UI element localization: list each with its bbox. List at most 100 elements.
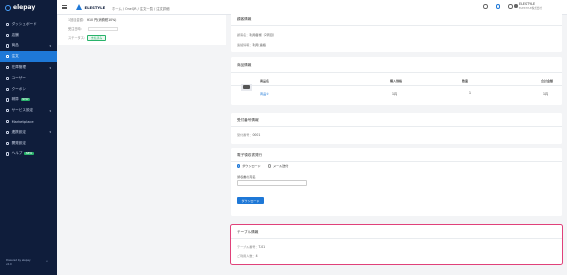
receipt-number-label: 受付番号： xyxy=(237,133,253,137)
customer-info-card: 顧客情報 顧客名：利用者様（2周目） 連絡情報：利用 連絡 xyxy=(231,12,562,52)
sidebar-item[interactable]: 在庫管理 ▾ xyxy=(0,62,57,73)
table-number-row: テーブル番号：T-01 xyxy=(237,244,265,249)
amount-row: 1回目金額： ¥10 円(消費税10%) xyxy=(68,17,116,22)
help-icon[interactable] xyxy=(495,4,500,9)
table-number-value: T-01 xyxy=(258,245,266,249)
sidebar-item-label: 精算 xyxy=(11,97,19,102)
logo-text: elepay xyxy=(13,4,36,11)
receipt-number-value: 0001 xyxy=(252,133,261,137)
brand-logo-icon xyxy=(76,4,82,10)
chevron-down-icon: ▾ xyxy=(49,43,51,48)
sidebar-item-label: Marketplace xyxy=(11,119,34,124)
brand[interactable]: ELESTYLE xyxy=(76,4,105,10)
col-header-qty: 数量 xyxy=(462,79,469,83)
radio-download[interactable]: ダウンロード xyxy=(237,163,261,168)
receipt-addressee-label: 領収書の宛名 xyxy=(237,175,256,179)
order-summary-panel: 1回目金額： ¥10 円(消費税10%) 受注日時： ステータス： 支払済み xyxy=(58,15,226,45)
nav-item-icon xyxy=(6,33,10,37)
logo-mark-icon xyxy=(5,4,11,11)
nav-item-icon xyxy=(6,119,10,124)
product-name-link[interactable]: 商品① xyxy=(260,91,269,96)
e-receipt-title: 電子領収書発行 xyxy=(237,153,263,157)
customer-info-title: 顧客情報 xyxy=(237,17,252,21)
user-company: ELESTYLE株式会社 xyxy=(519,6,542,10)
radio-download-label: ダウンロード xyxy=(242,164,261,168)
col-header-total: 合計金額 xyxy=(541,79,554,83)
version-label: v2.0 xyxy=(6,263,12,266)
customer-contact-label: 連絡情報： xyxy=(237,43,253,47)
breadcrumb[interactable]: ホーム / OneQR / 注文一覧 / 注文詳細 xyxy=(112,6,169,11)
divider xyxy=(231,25,562,26)
sidebar-item[interactable]: 店舗 xyxy=(0,30,57,41)
nav-item-icon xyxy=(6,87,10,91)
product-info-title: 商品情報 xyxy=(237,63,252,67)
sidebar-item[interactable]: 商品 ▾ xyxy=(0,41,57,52)
receipt-number-row: 受付番号：0001 xyxy=(237,132,260,137)
status-label: ステータス： xyxy=(68,36,88,40)
amount-label: 1回目金額： xyxy=(68,18,86,22)
collapse-sidebar-icon[interactable]: « xyxy=(46,259,48,263)
sidebar-item-label: サービス設定 xyxy=(11,108,34,113)
sidebar-item[interactable]: 注文 xyxy=(0,51,57,63)
sidebar-item[interactable]: 連携設定 ▾ xyxy=(0,127,57,138)
receipt-addressee-input[interactable] xyxy=(237,180,307,186)
e-receipt-card: 電子領収書発行 ダウンロード メール送付 領収書の宛名 ダウンロード xyxy=(231,148,562,216)
sidebar-item[interactable]: サービス設定 ▾ xyxy=(0,105,57,116)
status-badge: 支払済み xyxy=(87,35,107,41)
notification-icon[interactable] xyxy=(483,4,488,9)
new-badge: NEW xyxy=(20,98,30,102)
order-date-label: 受注日時： xyxy=(68,27,84,31)
receipt-number-card: 受付番号情報 受付番号：0001 xyxy=(231,113,562,144)
sidebar-item[interactable]: Marketplace xyxy=(0,116,57,127)
brand-name: ELESTYLE xyxy=(84,4,106,10)
product-qty: 1 xyxy=(469,91,471,95)
sidebar-item-label: 開発設定 xyxy=(11,140,26,145)
nav-item-icon xyxy=(6,152,10,156)
guest-count-row: ご利用人数：4 xyxy=(237,253,258,258)
sidebar-item[interactable]: 精算 NEW xyxy=(0,95,57,106)
sidebar-item-label: ユーザー xyxy=(11,75,26,80)
sidebar-footer: Powered by elepay v2.0 « xyxy=(6,259,48,267)
sidebar-item-label: ダッシュボード xyxy=(11,21,37,26)
product-total: 1円 xyxy=(543,92,549,96)
sidebar: elepay ダッシュボード 店舗 商品 ▾ 注文 在庫管理 ▾ ユーザー クーポン 精算 NEW サ… xyxy=(0,0,57,275)
nav-item-icon xyxy=(6,130,10,134)
product-thumbnail xyxy=(241,84,252,91)
sidebar-item-label: 連携設定 xyxy=(11,129,26,134)
divider xyxy=(231,126,562,127)
nav-item-icon xyxy=(6,76,10,80)
receipt-number-title: 受付番号情報 xyxy=(237,118,259,122)
user-menu[interactable]: ELESTYLE ELESTYLE株式会社 xyxy=(514,2,542,11)
nav-item-icon xyxy=(6,22,10,26)
download-icon[interactable] xyxy=(508,4,513,9)
sidebar-nav: ダッシュボード 店舗 商品 ▾ 注文 在庫管理 ▾ ユーザー クーポン 精算 NEW サービス設定 ▾ M… xyxy=(0,19,57,159)
download-button[interactable]: ダウンロード xyxy=(237,197,264,204)
sidebar-item[interactable]: クーポン xyxy=(0,84,57,95)
chevron-down-icon: ▾ xyxy=(49,108,51,113)
radio-unselected-icon xyxy=(267,164,271,168)
sidebar-item[interactable]: ユーザー xyxy=(0,73,57,84)
radio-email[interactable]: メール送付 xyxy=(267,163,289,168)
elepay-logo[interactable]: elepay xyxy=(5,4,35,11)
sidebar-item[interactable]: 開発設定 xyxy=(0,138,57,149)
table-info-title: テーブル情報 xyxy=(237,230,259,234)
product-price: 1円 xyxy=(392,92,398,96)
chevron-down-icon: ▾ xyxy=(49,130,51,135)
sidebar-item-label: 商品 xyxy=(11,43,19,48)
nav-item-icon xyxy=(6,98,10,102)
divider xyxy=(231,238,562,239)
sidebar-item[interactable]: ヘルプ NEW xyxy=(0,149,57,160)
sidebar-item-label: 注文 xyxy=(11,54,19,59)
customer-contact-value: 利用 連絡 xyxy=(252,43,266,47)
nav-item-icon xyxy=(6,109,10,113)
guest-count-value: 4 xyxy=(255,254,258,258)
menu-toggle-icon[interactable] xyxy=(62,5,67,9)
radio-email-label: メール送付 xyxy=(272,164,289,168)
customer-name-row: 顧客名：利用者様（2周目） xyxy=(237,32,276,37)
order-date-field xyxy=(88,27,118,31)
sidebar-item[interactable]: ダッシュボード xyxy=(0,19,57,30)
nav-item-icon xyxy=(6,65,10,70)
divider xyxy=(231,85,562,86)
chevron-down-icon: ▾ xyxy=(49,65,51,70)
nav-item-icon xyxy=(6,55,10,59)
